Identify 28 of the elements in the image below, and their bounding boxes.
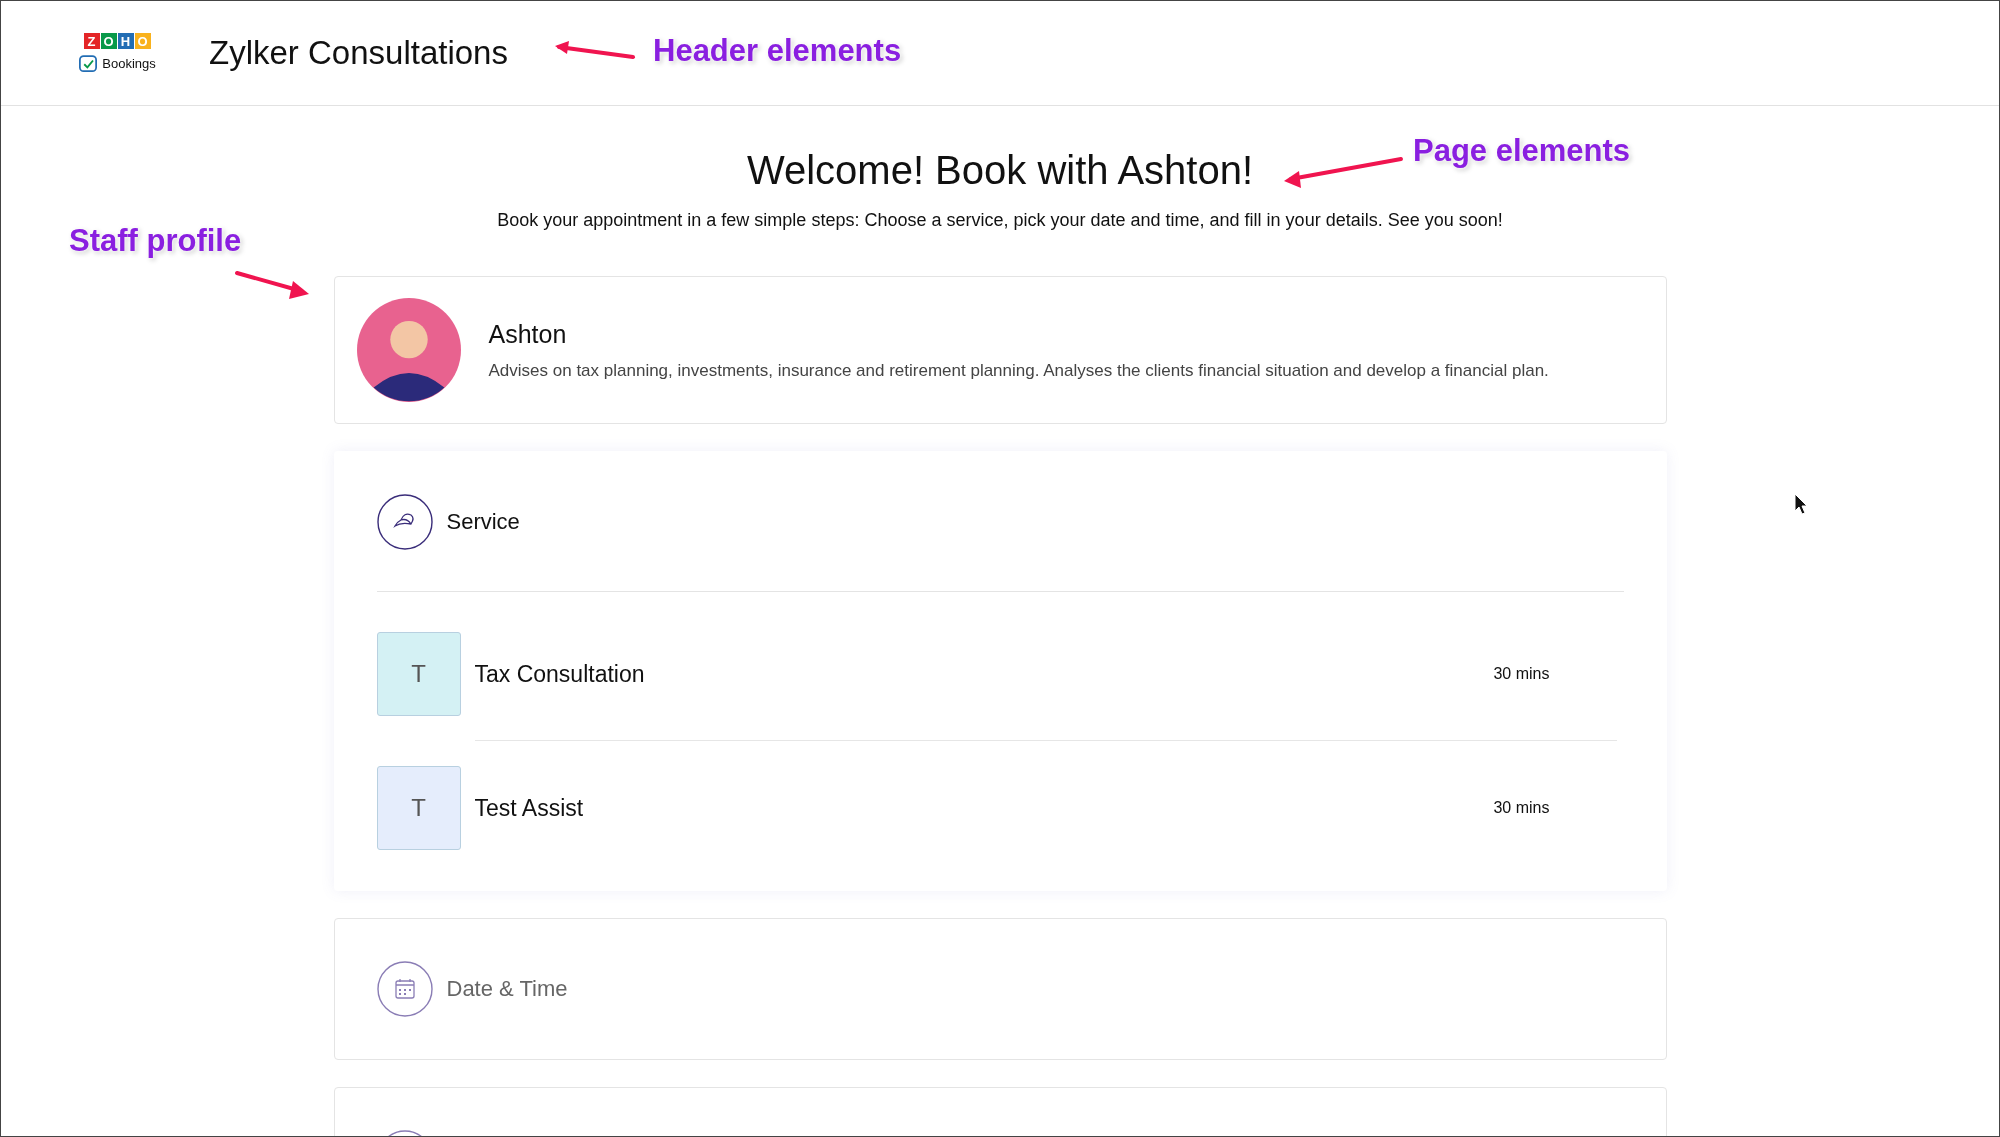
service-initial-tile: T xyxy=(376,766,461,850)
calendar-icon xyxy=(376,961,433,1017)
product-name: Bookings xyxy=(102,55,156,71)
service-name[interactable]: Test Assist xyxy=(474,794,1494,822)
logo-letter: O xyxy=(134,33,151,49)
step-title: Service xyxy=(446,509,520,535)
avatar-icon xyxy=(356,298,461,402)
logo-letter: O xyxy=(100,33,117,49)
annotation-label: Page elements xyxy=(1413,133,1631,169)
service-duration: 30 mins xyxy=(1493,799,1550,817)
service-name[interactable]: Tax Consultation xyxy=(474,660,1494,688)
logo[interactable]: Z O H O Bookings xyxy=(67,33,167,73)
step-title: Date & Time xyxy=(446,976,568,1002)
service-duration: 30 mins xyxy=(1493,665,1550,683)
booking-step-card[interactable]: Date & Time xyxy=(333,918,1667,1060)
welcome-heading: Welcome! Book with Ashton! xyxy=(746,147,1254,194)
staff-description: Advises on tax planning, investments, insurance and retirement planning. Analyses the clients financial situation and develop a financial plan. xyxy=(488,360,1549,381)
staff-name: Ashton xyxy=(488,319,568,349)
intro-text: Book your appointment in a few simple steps: Choose a service, pick your date and time, and fill in your details. See you soon! xyxy=(496,209,1504,232)
service-initial-tile: T xyxy=(376,632,461,716)
calendar-check-icon xyxy=(78,53,99,73)
mouse-pointer-icon xyxy=(1794,493,1808,515)
annotation-label: Staff profile xyxy=(69,223,242,259)
logo-letter: H xyxy=(117,33,134,49)
logo-letter: Z xyxy=(83,33,100,49)
booking-step-card[interactable]: Service T Tax Consultation 30 mins T Test Assist 30 mins xyxy=(333,451,1667,891)
annotation-label: Header elements xyxy=(653,33,902,69)
business-title: Zylker Consultations xyxy=(209,34,508,72)
